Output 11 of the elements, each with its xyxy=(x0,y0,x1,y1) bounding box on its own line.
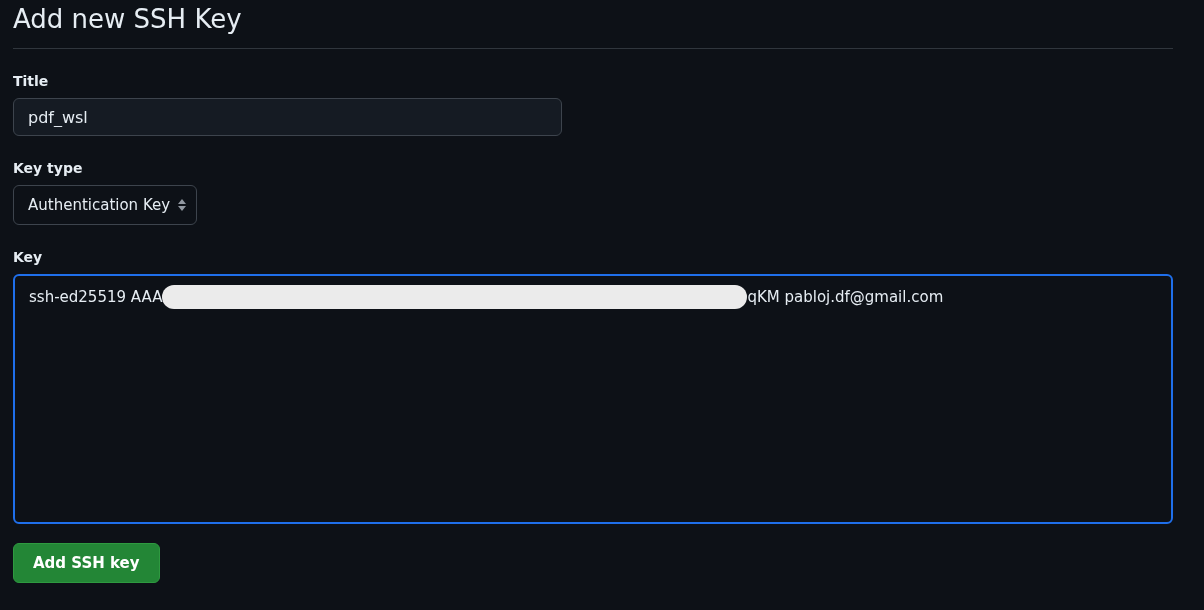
field-label: Key xyxy=(13,249,43,265)
field-label: Title xyxy=(13,73,49,89)
title-input[interactable]: pdf_wsl xyxy=(13,98,562,136)
key-textarea[interactable]: ssh-ed25519 AAA qKM pabloj.df@gmail.com xyxy=(13,274,1173,524)
key-text: qKM pabloj.df@gmail.com xyxy=(747,288,944,306)
field-label: Key type xyxy=(13,160,83,176)
key-type-select[interactable]: Authentication Key xyxy=(13,185,198,225)
sort-arrows-icon xyxy=(178,199,187,211)
page-heading: Add new SSH Key xyxy=(13,0,1173,49)
key-text: ssh-ed25519 AAA xyxy=(29,288,163,306)
add-ssh-key-button[interactable]: Add SSH key xyxy=(13,543,160,583)
